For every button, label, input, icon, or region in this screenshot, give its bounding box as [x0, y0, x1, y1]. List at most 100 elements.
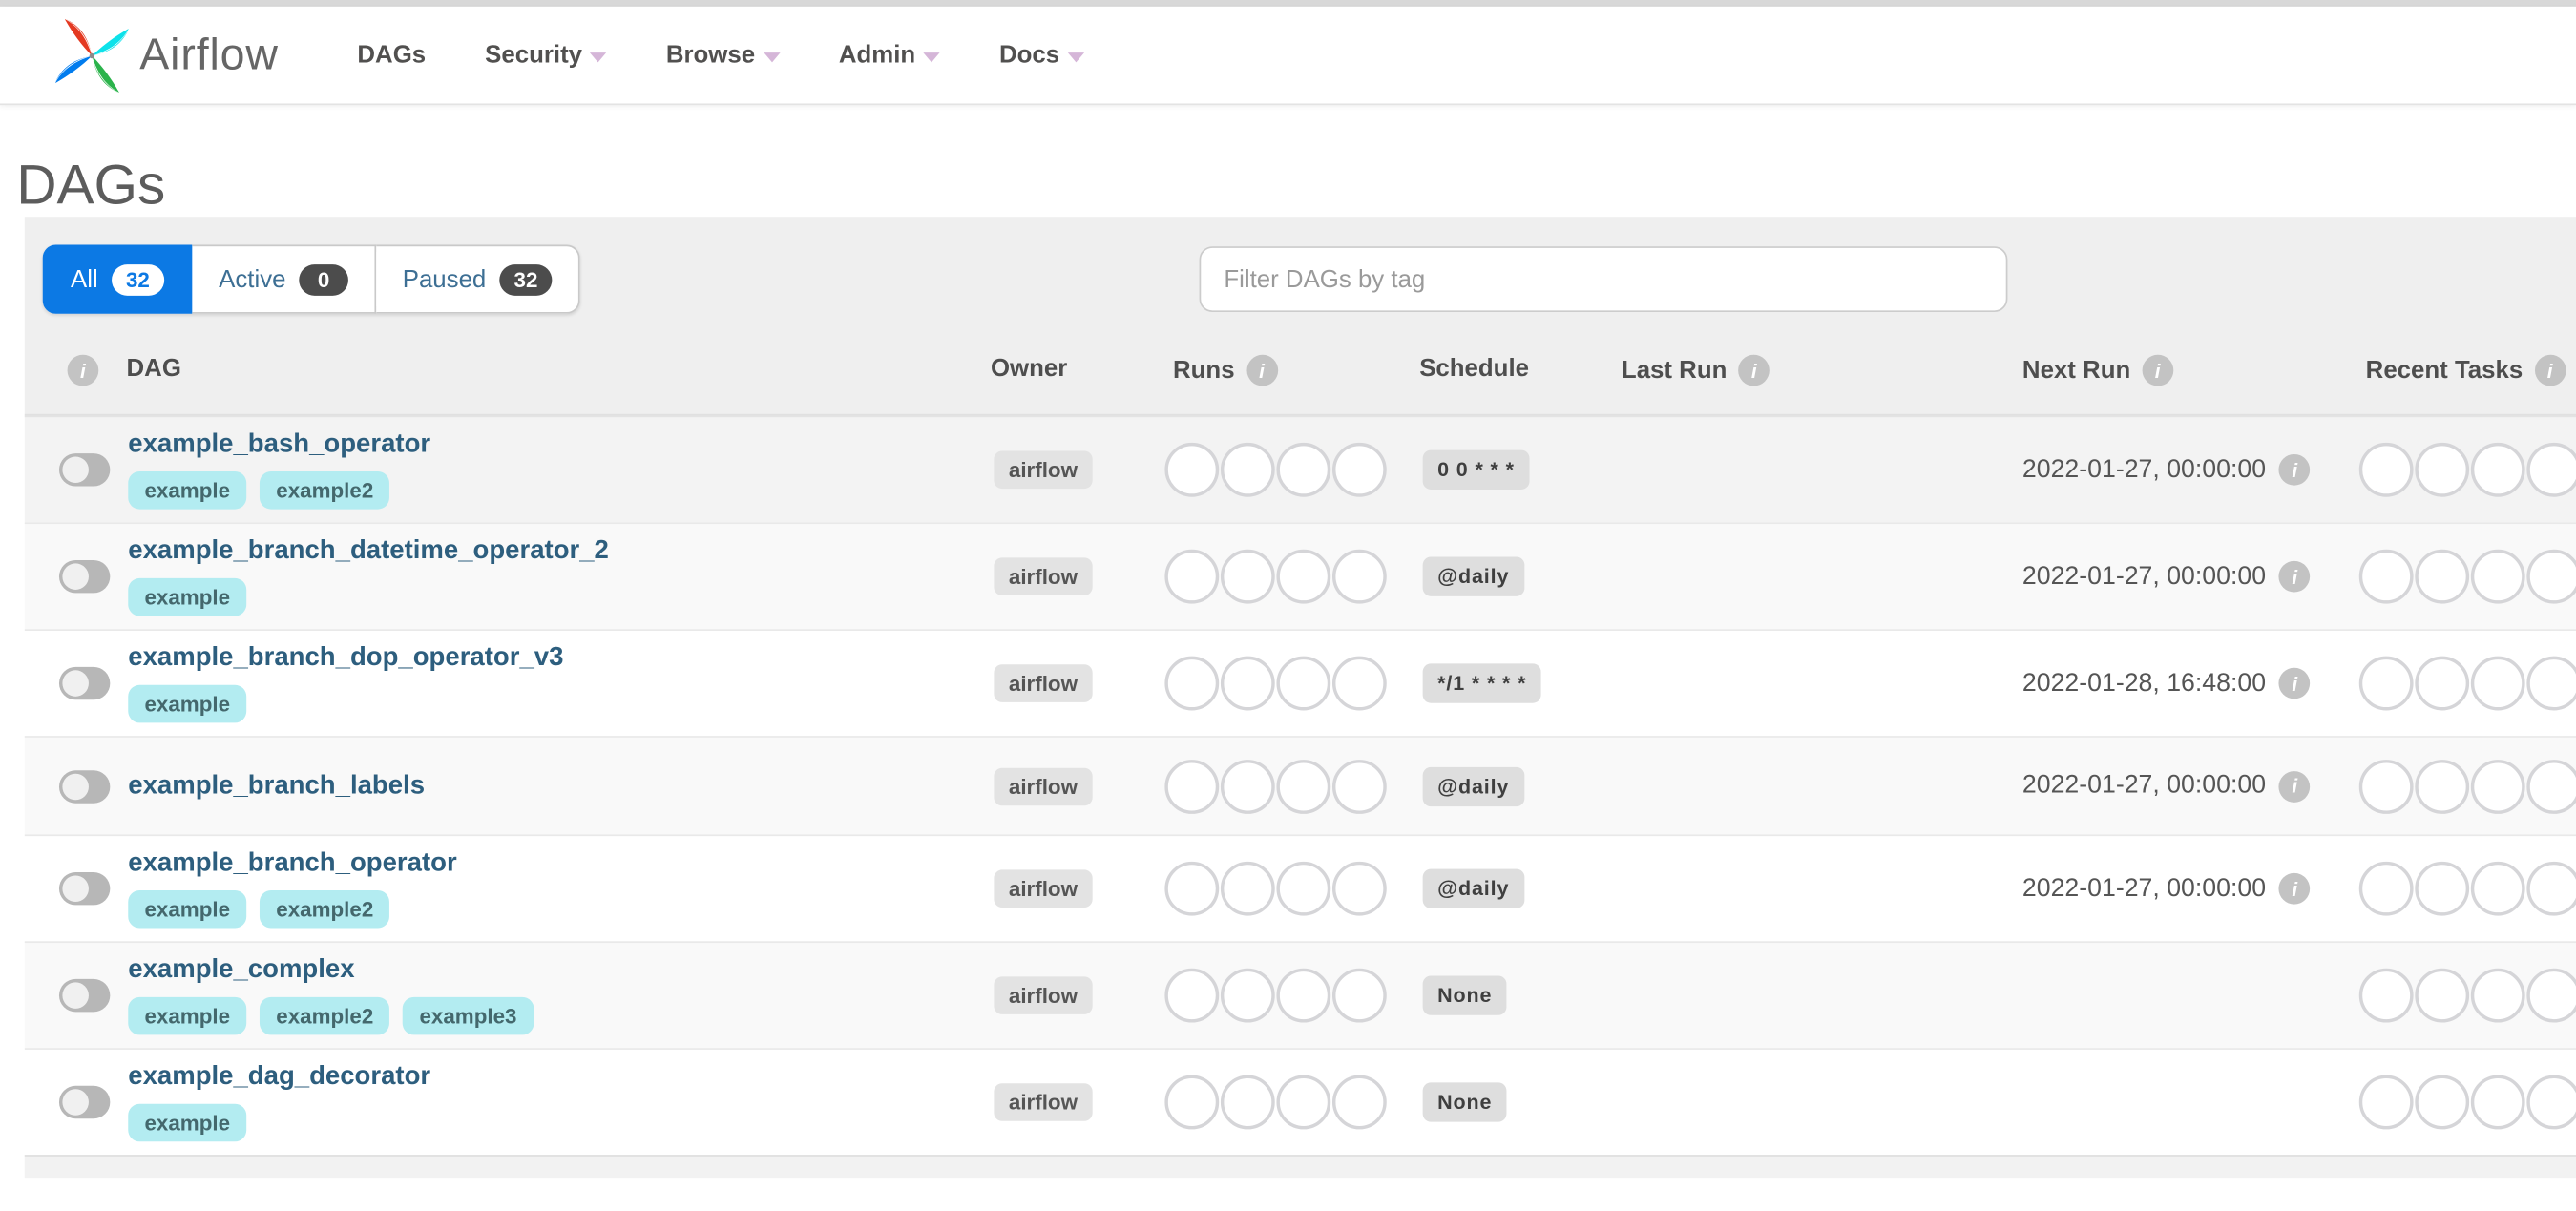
- task-state-circle: [2358, 549, 2414, 604]
- table-row: example_branch_datetime_operator_2 examp…: [24, 522, 2576, 630]
- pause-toggle[interactable]: [58, 978, 111, 1013]
- task-state-circle: [1331, 549, 1387, 604]
- next-run-timestamp: 2022-01-27, 00:00:00: [2021, 873, 2267, 902]
- task-state-circle: [2415, 1075, 2470, 1130]
- tag-filter-input[interactable]: [1199, 246, 2008, 313]
- task-state-circle: [2415, 759, 2470, 814]
- task-state-circle: [1276, 656, 1331, 711]
- recent-tasks-circles: [2358, 861, 2576, 916]
- tag-badge-example[interactable]: example: [128, 684, 247, 723]
- task-state-circle: [2358, 861, 2414, 916]
- header-dag: DAG: [126, 354, 181, 384]
- recent-tasks-circles: [2358, 968, 2576, 1023]
- info-icon: i: [2142, 354, 2174, 386]
- status-tab-active[interactable]: Active 0: [192, 244, 377, 314]
- task-state-circle: [1164, 968, 1220, 1023]
- count-badge: 32: [111, 263, 165, 295]
- owner-badge[interactable]: airflow: [994, 1083, 1093, 1121]
- task-state-circle: [2470, 549, 2525, 604]
- next-run-timestamp: 2022-01-27, 00:00:00: [2021, 454, 2267, 484]
- task-state-circle: [2358, 656, 2414, 711]
- nav-item-dags[interactable]: DAGs: [357, 41, 426, 69]
- owner-badge[interactable]: airflow: [994, 450, 1093, 490]
- dag-tags: example example2 example3: [128, 996, 534, 1035]
- dag-table-body: example_bash_operator example example2 ai…: [24, 415, 2576, 1156]
- chevron-down-icon: [1067, 52, 1084, 62]
- task-state-circle: [2526, 1075, 2576, 1130]
- task-state-circle: [1220, 759, 1275, 814]
- next-run-timestamp: 2022-01-27, 00:00:00: [2021, 771, 2267, 800]
- owner-badge[interactable]: airflow: [994, 976, 1093, 1014]
- dag-tags: example: [128, 684, 563, 723]
- nav-item-admin[interactable]: Admin: [839, 41, 941, 69]
- info-icon: i: [2534, 354, 2566, 386]
- brand-name: Airflow: [139, 29, 279, 79]
- dag-link[interactable]: example_branch_datetime_operator_2: [128, 537, 609, 567]
- tag-badge-example3[interactable]: example3: [403, 996, 534, 1035]
- tag-badge-example[interactable]: example: [128, 1103, 247, 1142]
- task-state-circle: [2415, 442, 2470, 497]
- task-state-circle: [2358, 968, 2414, 1023]
- header-runs: Runs i: [1173, 354, 1278, 386]
- tag-badge-example2[interactable]: example2: [260, 889, 390, 929]
- chevron-down-icon: [763, 52, 780, 62]
- task-state-circle: [1220, 968, 1275, 1023]
- tag-badge-example[interactable]: example: [128, 996, 247, 1035]
- task-state-circle: [1276, 1075, 1331, 1130]
- tag-badge-example[interactable]: example: [128, 471, 247, 510]
- dag-link[interactable]: example_bash_operator: [128, 430, 430, 460]
- task-state-circle: [1220, 861, 1275, 916]
- dag-link[interactable]: example_branch_labels: [128, 771, 425, 801]
- window-top-strip: [0, 0, 2576, 7]
- dag-link[interactable]: example_dag_decorator: [128, 1063, 430, 1093]
- tag-badge-example[interactable]: example: [128, 889, 247, 929]
- pause-toggle[interactable]: [58, 1085, 111, 1119]
- task-state-circle: [2526, 442, 2576, 497]
- pinwheel-logo-icon: [55, 18, 129, 93]
- next-run: 2022-01-27, 00:00:00 i: [2022, 560, 2311, 593]
- airflow-logo[interactable]: Airflow: [54, 17, 279, 93]
- pause-toggle[interactable]: [58, 453, 111, 487]
- nav-item-docs[interactable]: Docs: [999, 41, 1084, 69]
- dag-link[interactable]: example_complex: [128, 956, 354, 986]
- task-state-circle: [1164, 549, 1220, 604]
- table-row-partial: [24, 1155, 2576, 1179]
- tag-badge-example2[interactable]: example2: [260, 471, 390, 510]
- status-tab-paused[interactable]: Paused 32: [376, 244, 581, 314]
- status-tab-all[interactable]: All 32: [42, 244, 193, 314]
- next-run: 2022-01-27, 00:00:00 i: [2021, 872, 2311, 905]
- task-state-circle: [2470, 656, 2525, 711]
- dag-link[interactable]: example_branch_dop_operator_v3: [128, 644, 563, 674]
- task-state-circle: [2526, 759, 2576, 814]
- tag-badge-example2[interactable]: example2: [260, 996, 390, 1035]
- pause-toggle[interactable]: [58, 666, 111, 700]
- dag-tags: example example2: [128, 889, 456, 929]
- nav-item-security[interactable]: Security: [485, 41, 607, 69]
- owner-badge[interactable]: airflow: [994, 664, 1093, 702]
- owner-badge[interactable]: airflow: [994, 557, 1093, 595]
- chevron-down-icon: [923, 52, 941, 62]
- runs-circles: [1164, 656, 1387, 711]
- task-state-circle: [2470, 861, 2525, 916]
- info-icon: i: [67, 354, 99, 386]
- dag-link[interactable]: example_branch_operator: [128, 849, 456, 879]
- pause-toggle[interactable]: [58, 769, 111, 803]
- nav-item-browse[interactable]: Browse: [666, 41, 780, 69]
- task-state-circle: [2470, 759, 2525, 814]
- task-state-circle: [1220, 549, 1275, 604]
- dag-name-block: example_branch_labels: [128, 771, 425, 801]
- dag-name-block: example_dag_decorator example: [128, 1063, 430, 1142]
- recent-tasks-circles: [2358, 656, 2576, 711]
- info-icon: i: [2278, 770, 2311, 802]
- task-state-circle: [1220, 442, 1275, 497]
- task-state-circle: [2526, 968, 2576, 1023]
- header-last-run: Last Run i: [1622, 354, 1770, 386]
- owner-badge[interactable]: airflow: [994, 766, 1093, 805]
- task-state-circle: [2358, 442, 2414, 497]
- tag-badge-example[interactable]: example: [128, 577, 247, 616]
- pause-toggle[interactable]: [58, 872, 111, 906]
- pause-toggle[interactable]: [58, 559, 111, 594]
- runs-circles: [1164, 759, 1387, 814]
- dags-content: All 32 Active 0 Paused 32 i DAG Owner: [24, 217, 2576, 1179]
- owner-badge[interactable]: airflow: [994, 869, 1093, 908]
